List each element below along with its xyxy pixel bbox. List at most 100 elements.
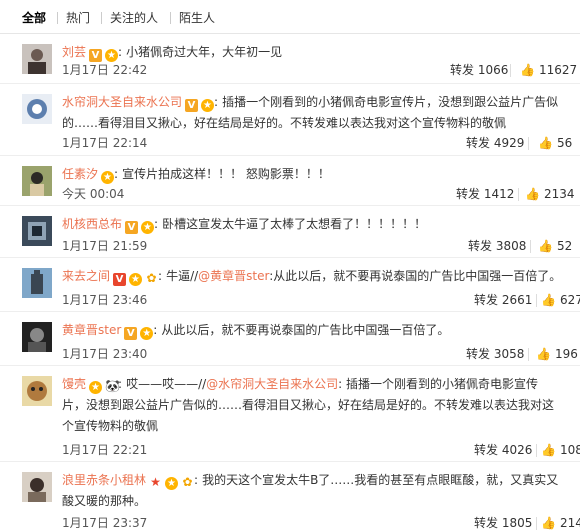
thumbs-up-icon: 👍 xyxy=(525,187,540,201)
repost-button[interactable]: 转发 4026 xyxy=(474,442,532,458)
comment-body: 馒壳 ★ 🐼: 哎——哎——//@水帘洞大圣自来水公司: 插播一个刚看到的小猪佩奇电影… xyxy=(62,377,555,433)
avatar[interactable] xyxy=(22,166,52,196)
avatar[interactable] xyxy=(22,94,52,124)
vip-badge-icon: V xyxy=(89,49,103,62)
like-count: 11627 xyxy=(538,63,578,77)
like-button[interactable]: 👍 196 xyxy=(536,346,578,362)
comment-filter-tabs: 全部 热门 关注的人 陌生人 xyxy=(0,0,580,34)
user-name-link[interactable]: 黄章晋ster xyxy=(62,323,121,337)
comment-time: 1月17日 22:42 xyxy=(62,63,148,77)
comment-time: 今天 00:04 xyxy=(62,187,125,201)
comment-time: 1月17日 23:46 xyxy=(62,293,148,307)
comment-item: 水帘洞大圣自来水公司 V ★: 插播一个刚看到的小猪佩奇电影宣传片，没想到跟公益片广告… xyxy=(0,84,580,156)
comment-body: 任素汐 ★: 宣传片拍成这样！！！ 怒购影票！！！ xyxy=(62,167,330,184)
comment-text: 从此以后，就不要再说泰国的广告比中国强一百倍了。 xyxy=(161,323,450,337)
user-name-link[interactable]: 来去之间 xyxy=(62,269,110,283)
like-count: 2134 xyxy=(543,187,575,201)
thumbs-up-icon: 👍 xyxy=(541,443,556,457)
comment-text: 哎——哎——//@水帘洞大圣自来水公司: 插播一个刚看到的小猪佩奇电影宣传片，没… xyxy=(62,377,555,433)
level-badge-icon: ★ xyxy=(101,171,115,184)
divider xyxy=(510,64,511,77)
mention-link[interactable]: @黄章晋ster xyxy=(198,269,269,283)
divider xyxy=(530,240,531,253)
avatar[interactable] xyxy=(22,268,52,298)
comment-time: 1月17日 21:59 xyxy=(62,239,148,253)
star-badge-icon: ★ xyxy=(149,475,163,489)
comment-item: 黄章晋ster V ★: 从此以后，就不要再说泰国的广告比中国强一百倍了。 1月17日… xyxy=(0,312,580,366)
level-badge-icon: ★ xyxy=(165,477,179,490)
repost-button[interactable]: 转发 1805 xyxy=(474,515,532,531)
comment-body: 刘芸 V ★: 小猪佩奇过大年，大年初一见 xyxy=(62,45,283,62)
comment-text: 小猪佩奇过大年，大年初一见 xyxy=(126,45,283,59)
comment-text: 宣传片拍成这样！！！ 怒购影票！！！ xyxy=(122,167,330,181)
repost-button[interactable]: 转发 4929 xyxy=(466,135,524,151)
comment-item: 浪里赤条小租林 ★ ★ ✿: 我的天这个宣发太牛B了……我看的甚至有点眼眶酸，就，又真实… xyxy=(0,462,580,530)
like-count: 108 xyxy=(559,443,580,457)
user-name-link[interactable]: 任素汐 xyxy=(62,167,98,181)
comment-item: 机核西总布 V ★: 卧槽这宣发太牛逼了太棒了太想看了！！！！！！ 1月17日 21:… xyxy=(0,206,580,258)
repost-button[interactable]: 转发 2661 xyxy=(474,292,532,308)
comment-time: 1月17日 23:37 xyxy=(62,516,148,530)
user-name-link[interactable]: 机核西总布 xyxy=(62,217,122,231)
user-name-link[interactable]: 浪里赤条小租林 xyxy=(62,473,146,487)
like-button[interactable]: 👍 11627 xyxy=(520,62,577,78)
avatar[interactable] xyxy=(22,44,52,74)
level-badge-icon: ★ xyxy=(140,327,154,340)
divider xyxy=(536,294,537,307)
tab-separator xyxy=(101,12,102,24)
repost-button[interactable]: 转发 1066 xyxy=(450,62,508,78)
level-badge-icon: ★ xyxy=(201,99,215,112)
vip-badge-icon: V xyxy=(124,327,138,340)
avatar[interactable] xyxy=(22,376,52,406)
divider xyxy=(528,137,529,150)
comment-time: 1月17日 22:21 xyxy=(62,443,148,457)
comment-item: 馒壳 ★ 🐼: 哎——哎——//@水帘洞大圣自来水公司: 插播一个刚看到的小猪佩奇电影… xyxy=(0,366,580,462)
tab-all[interactable]: 全部 xyxy=(22,11,46,25)
vip-badge-icon: V xyxy=(185,99,199,112)
tab-separator xyxy=(170,12,171,24)
comment-body: 浪里赤条小租林 ★ ★ ✿: 我的天这个宣发太牛B了……我看的甚至有点眼眶酸，就，又真实… xyxy=(62,473,559,508)
panda-badge-icon: 🐼 xyxy=(105,379,120,393)
like-button[interactable]: 👍 2134 xyxy=(525,186,575,202)
thumbs-up-icon: 👍 xyxy=(541,516,556,530)
like-button[interactable]: 👍 52 xyxy=(538,238,572,254)
level-badge-icon: ★ xyxy=(129,273,143,286)
comment-body: 机核西总布 V ★: 卧槽这宣发太牛逼了太棒了太想看了！！！！！！ xyxy=(62,217,427,234)
comment-time: 1月17日 23:40 xyxy=(62,347,148,361)
like-count: 196 xyxy=(554,347,578,361)
mention-link[interactable]: @水帘洞大圣自来水公司 xyxy=(206,377,338,391)
tab-hot[interactable]: 热门 xyxy=(66,11,90,25)
repost-button[interactable]: 转发 1412 xyxy=(456,186,514,202)
level-badge-icon: ★ xyxy=(89,381,103,394)
thumbs-up-icon: 👍 xyxy=(541,293,556,307)
repost-button[interactable]: 转发 3058 xyxy=(466,346,524,362)
user-name-link[interactable]: 刘芸 xyxy=(62,45,86,59)
like-button[interactable]: 👍 214 xyxy=(541,515,580,531)
avatar[interactable] xyxy=(22,216,52,246)
comment-time: 1月17日 22:14 xyxy=(62,136,148,150)
like-count: 56 xyxy=(556,136,573,150)
comment-text: 卧槽这宣发太牛逼了太棒了太想看了！！！！！！ xyxy=(162,217,427,231)
user-name-link[interactable]: 水帘洞大圣自来水公司 xyxy=(62,95,182,109)
divider xyxy=(536,444,537,457)
repost-button[interactable]: 转发 3808 xyxy=(468,238,526,254)
tab-following[interactable]: 关注的人 xyxy=(110,11,158,25)
avatar[interactable] xyxy=(22,322,52,352)
thumbs-up-icon: 👍 xyxy=(538,239,553,253)
comment-body: 来去之间 V ★ ✿: 牛逼//@黄章晋ster:从此以后，就不要再说泰国的广告比中国强… xyxy=(62,269,562,286)
thumbs-up-icon: 👍 xyxy=(536,347,551,361)
level-badge-icon: ★ xyxy=(141,221,155,234)
avatar[interactable] xyxy=(22,472,52,502)
comment-body: 黄章晋ster V ★: 从此以后，就不要再说泰国的广告比中国强一百倍了。 xyxy=(62,323,450,340)
thumbs-up-icon: 👍 xyxy=(538,136,553,150)
user-name-link[interactable]: 馒壳 xyxy=(62,377,86,391)
like-button[interactable]: 👍 56 xyxy=(538,135,572,151)
comment-item: 任素汐 ★: 宣传片拍成这样！！！ 怒购影票！！！ 今天 00:04 转发 1412… xyxy=(0,156,580,206)
like-button[interactable]: 👍 108 xyxy=(541,442,580,458)
like-button[interactable]: 👍 627 xyxy=(541,292,580,308)
thumbs-up-icon: 👍 xyxy=(520,63,535,77)
divider xyxy=(528,348,529,361)
flower-badge-icon: ✿ xyxy=(145,271,159,285)
tab-strangers[interactable]: 陌生人 xyxy=(179,11,215,25)
divider xyxy=(536,517,537,530)
